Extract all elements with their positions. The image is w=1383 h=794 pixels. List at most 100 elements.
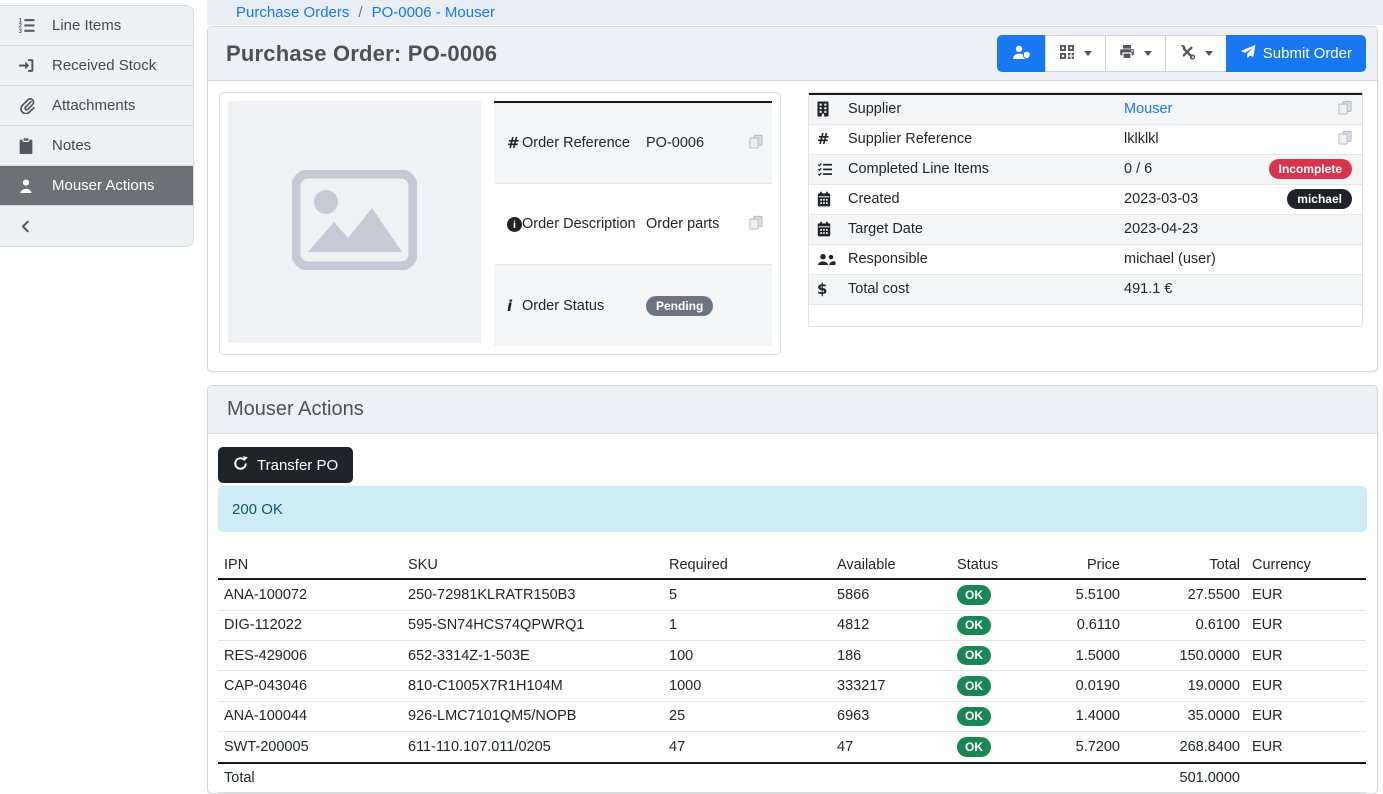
status-ok-badge: OK	[957, 646, 991, 665]
submit-order-button[interactable]: Submit Order	[1226, 35, 1366, 72]
supplier-info-box: Supplier Mouser # Supplier Reference	[808, 92, 1363, 327]
col-header-required: Required	[663, 551, 831, 579]
status-ok-badge: OK	[957, 585, 991, 604]
cell-sku: 611-110.107.011/0205	[402, 732, 663, 763]
detail-label: Target Date	[848, 214, 1124, 244]
cell-ipn: DIG-112022	[218, 610, 402, 640]
cell-currency: EUR	[1246, 610, 1366, 640]
detail-value: 2023-03-03	[1124, 184, 1242, 214]
table-row: CAP-043046 810-C1005X7R1H104M 1000 33321…	[218, 671, 1366, 701]
detail-value: Order parts	[646, 183, 742, 264]
sidebar-item-received-stock[interactable]: Received Stock	[0, 46, 193, 86]
info-icon: i	[507, 297, 512, 315]
order-actions-button[interactable]	[1165, 35, 1227, 72]
detail-label: Supplier	[848, 94, 1124, 124]
sign-in-icon	[15, 57, 37, 74]
table-row: RES-429006 652-3314Z-1-503E 100 186 OK 1…	[218, 640, 1366, 670]
sidebar-item-line-items[interactable]: 123 Line Items	[0, 6, 193, 46]
detail-value: PO-0006	[646, 102, 742, 183]
table-row: SWT-200005 611-110.107.011/0205 47 47 OK…	[218, 732, 1366, 763]
created-by-badge: michael	[1287, 189, 1352, 209]
sidebar-item-mouser-actions[interactable]: Mouser Actions	[0, 166, 193, 206]
sidebar-item-label: Notes	[52, 137, 91, 154]
breadcrumb: Purchase Orders / PO-0006 - Mouser	[207, 0, 1383, 25]
line-items-table: IPN SKU Required Available Status Price …	[218, 551, 1366, 793]
cell-ipn: SWT-200005	[218, 732, 402, 763]
response-alert: 200 OK	[218, 486, 1367, 532]
col-header-sku: SKU	[402, 551, 663, 579]
cell-sku: 595-SN74HCS74QPWRQ1	[402, 610, 663, 640]
status-ok-badge: OK	[957, 676, 991, 695]
print-actions-button[interactable]	[1105, 35, 1166, 72]
sidebar: 123 Line Items Received Stock	[0, 0, 194, 794]
copy-icon[interactable]	[1338, 133, 1352, 149]
detail-label: Order Status	[522, 265, 646, 346]
user-admin-button[interactable]	[997, 35, 1046, 72]
sidebar-item-notes[interactable]: Notes	[0, 126, 193, 166]
cell-price: 5.5100	[1056, 579, 1126, 610]
printer-icon	[1119, 44, 1135, 64]
detail-value: 491.1 €	[1124, 274, 1242, 304]
table-row: $ Total cost 491.1 €	[809, 274, 1362, 304]
detail-label: Created	[848, 184, 1124, 214]
detail-label: Order Reference	[522, 102, 646, 183]
users-icon	[817, 252, 848, 267]
detail-label: Total cost	[848, 274, 1124, 304]
sidebar-item-attachments[interactable]: Attachments	[0, 86, 193, 126]
order-toolbar: Submit Order	[997, 35, 1366, 72]
detail-value: michael (user)	[1124, 244, 1242, 274]
breadcrumb-link-current-order[interactable]: PO-0006 - Mouser	[372, 4, 495, 21]
table-row: ANA-100044 926-LMC7101QM5/NOPB 25 6963 O…	[218, 701, 1366, 731]
col-header-currency: Currency	[1246, 551, 1366, 579]
chevron-down-icon	[1144, 51, 1152, 56]
tools-icon	[1179, 44, 1196, 64]
cell-price: 0.6110	[1056, 610, 1126, 640]
transfer-po-button[interactable]: Transfer PO	[218, 447, 353, 483]
cell-price: 1.4000	[1056, 701, 1126, 731]
cell-available: 47	[831, 732, 951, 763]
dollar-icon: $	[817, 280, 827, 298]
cell-total: 35.0000	[1126, 701, 1246, 731]
copy-icon[interactable]	[749, 137, 763, 153]
building-icon	[817, 101, 848, 117]
table-row: Created 2023-03-03 michael	[809, 184, 1362, 214]
cell-required: 1000	[663, 671, 831, 701]
status-ok-badge: OK	[957, 707, 991, 726]
sidebar-item-label: Received Stock	[52, 57, 156, 74]
main-content: Purchase Orders / PO-0006 - Mouser Purch…	[194, 0, 1383, 794]
order-summary-box: # Order Reference PO-0006 i Ord	[219, 92, 781, 355]
breadcrumb-link-purchase-orders[interactable]: Purchase Orders	[236, 4, 349, 21]
cell-sku: 652-3314Z-1-503E	[402, 640, 663, 670]
cell-sku: 250-72981KLRATR150B3	[402, 579, 663, 610]
cell-total: 0.6100	[1126, 610, 1246, 640]
detail-value: lklklkl	[1124, 124, 1242, 154]
submit-order-label: Submit Order	[1263, 45, 1352, 62]
mouser-actions-body: Transfer PO 200 OK IPN SKU Required	[208, 434, 1377, 793]
copy-icon[interactable]	[1338, 103, 1352, 119]
total-label: Total	[218, 763, 402, 793]
table-header-row: IPN SKU Required Available Status Price …	[218, 551, 1366, 579]
panel-title: Mouser Actions	[226, 394, 364, 425]
total-value: 501.0000	[1126, 763, 1246, 793]
list-ol-icon: 123	[15, 17, 37, 34]
sidebar-item-label: Line Items	[52, 17, 121, 34]
detail-label: Responsible	[848, 244, 1124, 274]
detail-value: 2023-04-23	[1124, 214, 1242, 244]
cell-total: 268.8400	[1126, 732, 1246, 763]
rotate-icon	[233, 456, 248, 475]
clipboard-icon	[15, 137, 37, 154]
supplier-info-table: Supplier Mouser # Supplier Reference	[809, 93, 1362, 326]
sidebar-collapse-button[interactable]	[0, 206, 193, 246]
supplier-link[interactable]: Mouser	[1124, 101, 1172, 117]
cell-total: 150.0000	[1126, 640, 1246, 670]
alert-text: 200 OK	[232, 501, 283, 518]
paper-plane-icon	[1240, 44, 1256, 64]
list-check-icon	[817, 162, 848, 177]
chevron-left-icon	[15, 219, 37, 234]
hashtag-icon: #	[507, 134, 520, 152]
col-header-status: Status	[951, 551, 1056, 579]
copy-icon[interactable]	[749, 218, 763, 234]
svg-text:3: 3	[18, 29, 22, 34]
detail-label: Completed Line Items	[848, 154, 1124, 184]
barcode-actions-button[interactable]	[1045, 35, 1106, 72]
